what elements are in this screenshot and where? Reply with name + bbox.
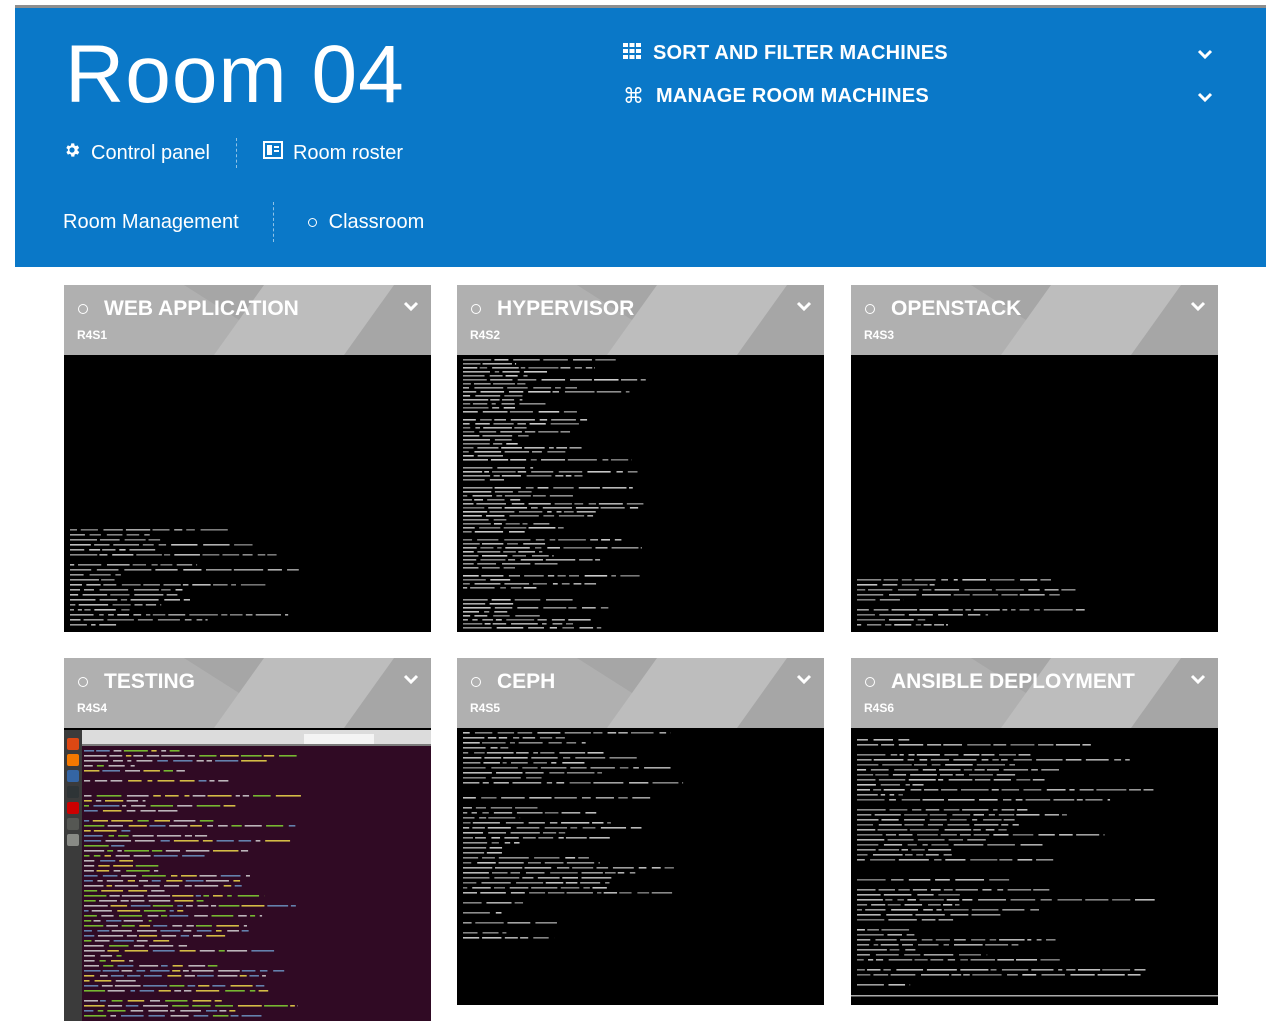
machine-card-header[interactable]: CEPH R4S5 bbox=[457, 658, 824, 728]
machine-screen[interactable] bbox=[64, 730, 431, 1021]
machine-name: OPENSTACK bbox=[891, 297, 1022, 320]
roster-icon bbox=[262, 141, 283, 165]
machine-name: ANSIBLE DEPLOYMENT bbox=[891, 670, 1135, 693]
machine-id: R4S5 bbox=[470, 701, 501, 715]
machine-card-header[interactable]: HYPERVISOR R4S2 bbox=[457, 285, 824, 355]
screen-render bbox=[457, 357, 824, 632]
status-circle-icon bbox=[865, 677, 875, 687]
gear-icon bbox=[63, 141, 81, 165]
command-icon: ⌘ bbox=[623, 85, 644, 108]
screen-render bbox=[851, 357, 1218, 632]
chevron-down-icon[interactable] bbox=[1190, 300, 1206, 318]
screen-render bbox=[64, 357, 431, 632]
machine-screen[interactable] bbox=[64, 357, 431, 632]
machine-name: TESTING bbox=[104, 670, 196, 693]
room-subnav: Room Management Classroom bbox=[63, 202, 424, 242]
grid-icon bbox=[623, 42, 641, 65]
sort-filter-label: SORT AND FILTER MACHINES bbox=[653, 42, 948, 64]
chevron-down-icon[interactable] bbox=[1190, 673, 1206, 691]
machine-id: R4S1 bbox=[77, 328, 108, 342]
chevron-down-icon[interactable] bbox=[403, 673, 419, 691]
machine-id: R4S2 bbox=[470, 328, 501, 342]
machine-id: R4S6 bbox=[864, 701, 895, 715]
chevron-down-icon[interactable] bbox=[796, 300, 812, 318]
status-circle-icon bbox=[78, 304, 88, 314]
status-circle-icon bbox=[78, 677, 88, 687]
screen-render bbox=[64, 730, 431, 1021]
circle-icon bbox=[307, 217, 317, 227]
machine-card-r4s1: WEB APPLICATION R4S1 bbox=[64, 285, 431, 632]
status-circle-icon bbox=[471, 677, 481, 687]
classroom-link[interactable]: Classroom bbox=[307, 210, 425, 234]
machine-screen[interactable] bbox=[851, 730, 1218, 1005]
status-circle-icon bbox=[865, 304, 875, 314]
machine-card-r4s6: ANSIBLE DEPLOYMENT R4S6 bbox=[851, 658, 1218, 1005]
machine-screen[interactable] bbox=[457, 730, 824, 1005]
status-circle-icon bbox=[471, 304, 481, 314]
machine-name: HYPERVISOR bbox=[497, 297, 635, 320]
page-title: Room 04 bbox=[65, 29, 405, 120]
screen-render bbox=[851, 730, 1218, 1005]
manage-machines-label: MANAGE ROOM MACHINES bbox=[656, 85, 929, 107]
machine-card-r4s4: TESTING R4S4 bbox=[64, 658, 431, 1021]
machine-card-header[interactable]: WEB APPLICATION R4S1 bbox=[64, 285, 431, 355]
machine-card-header[interactable]: OPENSTACK R4S3 bbox=[851, 285, 1218, 355]
machine-name: WEB APPLICATION bbox=[104, 297, 299, 320]
machine-id: R4S3 bbox=[864, 328, 895, 342]
machine-card-header[interactable]: ANSIBLE DEPLOYMENT R4S6 bbox=[851, 658, 1218, 728]
chevron-down-icon bbox=[1197, 44, 1213, 67]
manage-machines-menu[interactable]: ⌘ MANAGE ROOM MACHINES bbox=[623, 85, 1213, 108]
chevron-down-icon[interactable] bbox=[403, 300, 419, 318]
machine-card-header[interactable]: TESTING R4S4 bbox=[64, 658, 431, 728]
chevron-down-icon[interactable] bbox=[796, 673, 812, 691]
nav-divider bbox=[235, 138, 237, 168]
machine-card-r4s3: OPENSTACK R4S3 bbox=[851, 285, 1218, 632]
machine-screen[interactable] bbox=[851, 357, 1218, 632]
control-panel-link[interactable]: Control panel bbox=[63, 141, 210, 165]
machine-name: CEPH bbox=[497, 670, 556, 693]
room-roster-link[interactable]: Room roster bbox=[262, 141, 403, 165]
chevron-down-icon bbox=[1197, 87, 1213, 110]
room-roster-label: Room roster bbox=[292, 141, 403, 164]
room-header: Room 04 Control panel Room roster Room M… bbox=[15, 8, 1266, 267]
screen-render bbox=[457, 730, 824, 1005]
subnav-divider bbox=[272, 202, 274, 242]
machine-id: R4S4 bbox=[77, 701, 108, 715]
classroom-label: Classroom bbox=[328, 210, 425, 233]
machine-screen[interactable] bbox=[457, 357, 824, 632]
room-nav: Control panel Room roster bbox=[63, 138, 403, 168]
machine-card-r4s2: HYPERVISOR R4S2 bbox=[457, 285, 824, 632]
sort-filter-menu[interactable]: SORT AND FILTER MACHINES bbox=[623, 42, 1213, 65]
control-panel-label: Control panel bbox=[91, 141, 210, 164]
machine-card-r4s5: CEPH R4S5 bbox=[457, 658, 824, 1005]
room-management-link[interactable]: Room Management bbox=[63, 211, 239, 234]
